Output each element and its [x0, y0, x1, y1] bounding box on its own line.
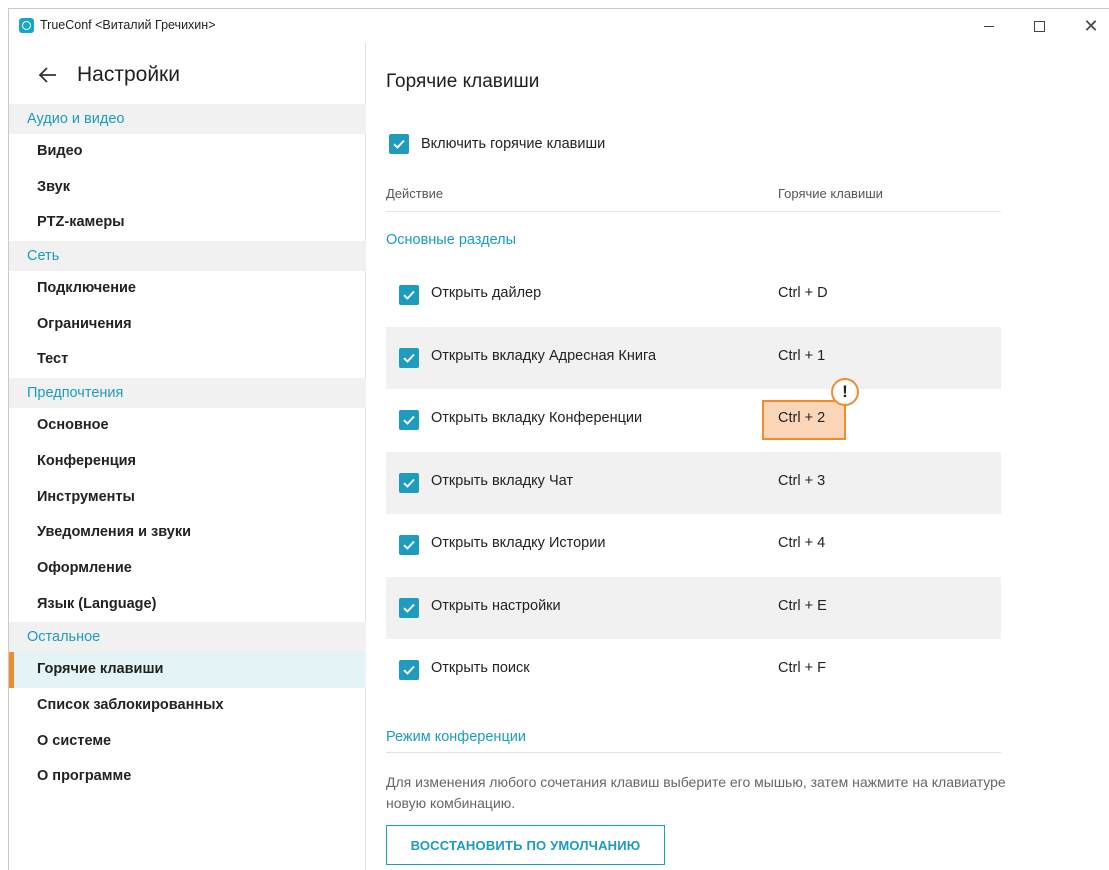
sidebar-category: Аудио и видео [9, 104, 366, 134]
hotkey-row[interactable]: Открыть вкладку Чат Ctrl + 3 [386, 451, 1001, 514]
hotkey-combination[interactable]: Ctrl + D [778, 285, 828, 301]
maximize-icon[interactable] [1024, 13, 1054, 39]
sidebar-item[interactable]: Горячие клавиши [9, 652, 366, 688]
enable-hotkeys-label: Включить горячие клавиши [421, 136, 606, 152]
enable-hotkeys-checkbox[interactable] [389, 134, 409, 154]
warning-icon: ! [831, 378, 859, 406]
hotkey-checkbox[interactable] [399, 472, 419, 493]
sidebar-item[interactable]: Видео [9, 134, 366, 170]
sidebar-item[interactable]: Инструменты [9, 480, 366, 516]
hotkey-combination[interactable]: Ctrl + 4 [778, 535, 825, 551]
sidebar-item[interactable]: PTZ-камеры [9, 205, 366, 241]
hotkey-row[interactable]: Открыть вкладку Конференции! Ctrl + 2 [386, 378, 1001, 452]
hotkey-action-label: Открыть вкладку Чат [431, 472, 574, 489]
column-headers: Действие Горячие клавиши [386, 182, 1001, 212]
window-title: TrueConf <Виталий Гречихин> [40, 18, 216, 32]
sidebar-item[interactable]: Оформление [9, 551, 366, 587]
hotkey-checkbox[interactable] [399, 535, 419, 555]
hotkey-checkbox[interactable] [399, 347, 419, 368]
hotkeys-panel: Горячие клавиши Включить горячие клавиши… [366, 43, 1109, 870]
sidebar-category: Предпочтения [9, 378, 366, 409]
hotkey-action-label: Открыть вкладку Адресная Книга [431, 347, 657, 364]
section-title-main: Основные разделы [386, 232, 517, 248]
close-icon[interactable]: ✕ [1076, 13, 1106, 39]
minimize-icon[interactable] [974, 13, 1004, 39]
sidebar-item[interactable]: Тест [9, 342, 366, 378]
sidebar-item[interactable]: О программе [9, 759, 366, 795]
hotkey-checkbox[interactable] [399, 597, 419, 618]
hotkey-row[interactable]: Открыть настройки Ctrl + E [386, 576, 1001, 639]
sidebar-item[interactable]: О системе [9, 724, 366, 760]
hotkey-combination[interactable]: Ctrl + F [778, 660, 826, 676]
sidebar-item[interactable]: Язык (Language) [9, 587, 366, 623]
arrow-left-icon[interactable] [37, 64, 59, 86]
column-header-action: Действие [386, 186, 444, 201]
hotkey-action-label: Открыть вкладку Конференции [431, 410, 643, 426]
hint-text: Для изменения любого сочетания клавиш вы… [386, 774, 1006, 811]
hotkey-row[interactable]: Открыть вкладку Истории Ctrl + 4 [386, 514, 1001, 577]
sidebar-title: Настройки [77, 63, 180, 86]
title-bar: TrueConf <Виталий Гречихин> ✕ [9, 9, 1109, 43]
hotkey-action-label: Открыть дайлер [431, 285, 542, 301]
sidebar-item[interactable]: Конференция [9, 444, 366, 480]
sidebar-item[interactable]: Основное [9, 408, 366, 444]
hotkey-row[interactable]: Открыть поиск Ctrl + F [386, 639, 1001, 702]
app-window: TrueConf <Виталий Гречихин> ✕ Настройки … [8, 8, 1109, 870]
settings-sidebar: Настройки Аудио и видео Видео Звук PTZ-каме… [9, 43, 366, 870]
sidebar-item[interactable]: Подключение [9, 271, 366, 307]
hotkey-action-label: Открыть настройки [431, 597, 561, 614]
sidebar-item[interactable]: Звук [9, 170, 366, 206]
hotkey-list: Открыть дайлер Ctrl + D Открыть вкладку Ад… [386, 264, 1001, 702]
sidebar-item[interactable]: Ограничения [9, 307, 366, 343]
hotkey-row[interactable]: Открыть дайлер Ctrl + D [386, 264, 1001, 327]
column-header-keys: Горячие клавиши [778, 186, 883, 201]
page-title: Горячие клавиши [386, 71, 540, 92]
sidebar-header: Настройки [9, 61, 366, 91]
hotkey-combination[interactable]: Ctrl + 2 [778, 410, 825, 426]
hotkey-row[interactable]: Открыть вкладку Адресная Книга Ctrl + 1 [386, 326, 1001, 389]
hotkey-checkbox[interactable] [399, 660, 419, 680]
hotkey-combination[interactable]: Ctrl + E [778, 598, 827, 614]
enable-hotkeys-row[interactable]: Включить горячие клавиши [389, 134, 605, 154]
hotkey-action-label: Открыть поиск [431, 660, 530, 676]
hotkey-combination[interactable]: Ctrl + 3 [778, 473, 825, 489]
section-title-conference: Режим конференции [386, 729, 1001, 753]
sidebar-category: Сеть [9, 241, 366, 272]
hotkey-checkbox[interactable] [399, 285, 419, 305]
hotkey-combination[interactable]: Ctrl + 1 [778, 348, 825, 364]
sidebar-item[interactable]: Список заблокированных [9, 688, 366, 724]
sidebar-list: Аудио и видео Видео Звук PTZ-камеры Сеть Подк… [9, 104, 366, 795]
trueconf-app-icon [19, 18, 34, 33]
hotkey-checkbox[interactable] [399, 410, 419, 430]
sidebar-item[interactable]: Уведомления и звуки [9, 515, 366, 551]
sidebar-category: Остальное [9, 622, 366, 653]
hotkey-action-label: Открыть вкладку Истории [431, 535, 606, 551]
restore-defaults-button[interactable]: ВОССТАНОВИТЬ ПО УМОЛЧАНИЮ [386, 825, 665, 865]
